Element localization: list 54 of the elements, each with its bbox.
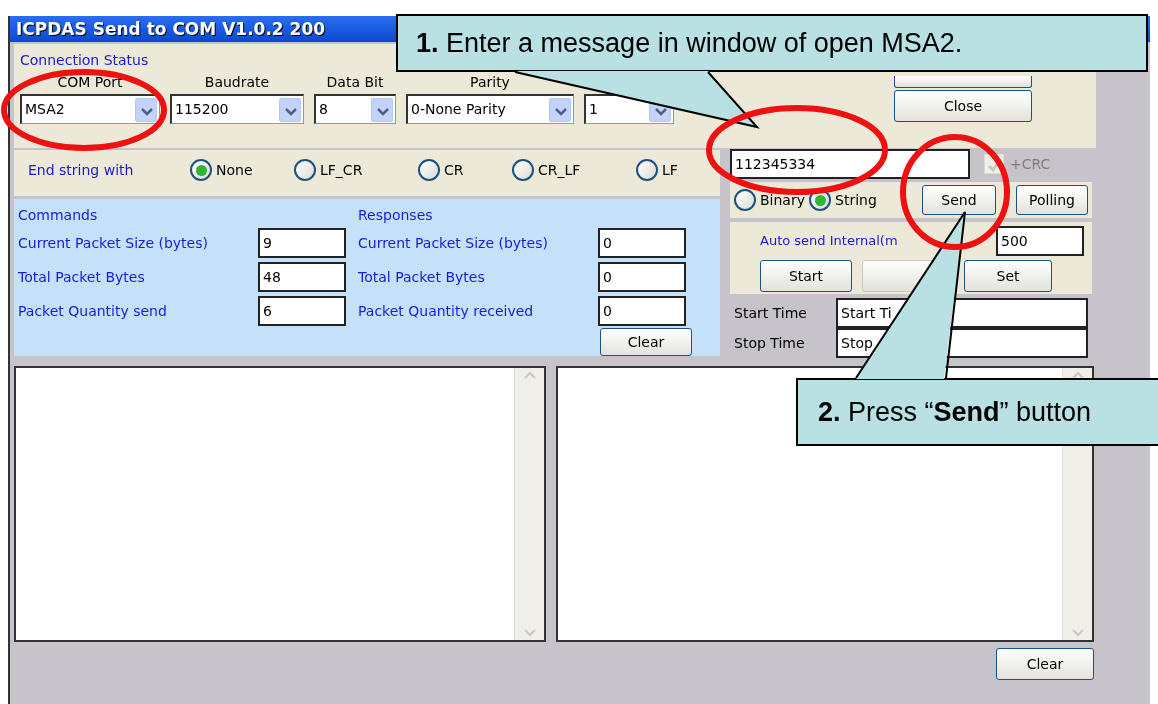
radio-button[interactable] bbox=[294, 159, 316, 181]
field-label: Current Packet Size (bytes) bbox=[18, 233, 209, 253]
button[interactable] bbox=[894, 76, 1032, 88]
field-label: Stop Time bbox=[733, 333, 806, 353]
radio-button[interactable] bbox=[418, 159, 440, 181]
send-button[interactable]: Send bbox=[922, 185, 996, 215]
scroll-up-icon[interactable] bbox=[1070, 370, 1085, 380]
field-label: End string with bbox=[28, 160, 135, 180]
checkbox-label: +CRC bbox=[1010, 154, 1051, 174]
section-label: Responses bbox=[358, 206, 434, 225]
radio-label: None bbox=[216, 160, 253, 180]
value-field[interactable]: 9 bbox=[258, 228, 346, 258]
field-label: Packet Quantity received bbox=[358, 301, 535, 321]
field-label: Auto send Internal(m bbox=[760, 232, 899, 251]
button[interactable]: Start bbox=[760, 260, 852, 292]
radio-button[interactable] bbox=[512, 159, 534, 181]
field-label: Baudrate bbox=[203, 73, 271, 92]
field-label: Total Packet Bytes bbox=[18, 267, 146, 287]
command-log-area[interactable] bbox=[14, 366, 546, 642]
field-label: Data Bit bbox=[325, 73, 385, 92]
clear-button[interactable]: Clear bbox=[996, 648, 1094, 680]
dropdown[interactable]: 8 bbox=[314, 94, 396, 124]
radio-label: LF_CR bbox=[320, 160, 363, 180]
dropdown[interactable]: 0-None Parity bbox=[406, 94, 574, 124]
callout-tooltip: 2. Press “Send” button bbox=[796, 378, 1158, 446]
clear-button[interactable]: Clear bbox=[600, 328, 692, 356]
close-button[interactable]: Close bbox=[894, 90, 1032, 122]
radio-label: CR_LF bbox=[538, 160, 581, 180]
section-label: Connection Status bbox=[20, 51, 150, 70]
value-field[interactable]: 0 bbox=[598, 228, 686, 258]
field-label: COM Port bbox=[56, 73, 124, 92]
field-label: Total Packet Bytes bbox=[358, 267, 486, 287]
value-field[interactable]: 0 bbox=[598, 262, 686, 292]
radio-label: LF bbox=[662, 160, 678, 180]
radio-button[interactable] bbox=[636, 159, 658, 181]
value-field[interactable]: 6 bbox=[258, 296, 346, 326]
polling-button[interactable]: Polling bbox=[1016, 185, 1088, 215]
section-label: Commands bbox=[18, 206, 99, 225]
message-field[interactable]: 112345334 bbox=[730, 149, 970, 179]
interval-field[interactable]: 500 bbox=[996, 226, 1084, 256]
radio-label: CR bbox=[444, 160, 464, 180]
field-label: Start Time bbox=[733, 303, 808, 323]
radio-label: String bbox=[835, 190, 877, 210]
radio-button[interactable] bbox=[734, 189, 756, 211]
button[interactable]: Set bbox=[964, 260, 1052, 292]
field-label: Current Packet Size (bytes) bbox=[358, 233, 549, 253]
dropdown[interactable]: 115200 bbox=[170, 94, 304, 124]
field-label: Parity bbox=[469, 73, 511, 92]
field-label: Packet Quantity send bbox=[18, 301, 168, 321]
value-field[interactable]: 48 bbox=[258, 262, 346, 292]
value-field[interactable]: 0 bbox=[598, 296, 686, 326]
dropdown[interactable]: MSA2 bbox=[20, 94, 160, 124]
radio-button[interactable] bbox=[190, 159, 212, 181]
radio-label: Binary bbox=[760, 190, 805, 210]
